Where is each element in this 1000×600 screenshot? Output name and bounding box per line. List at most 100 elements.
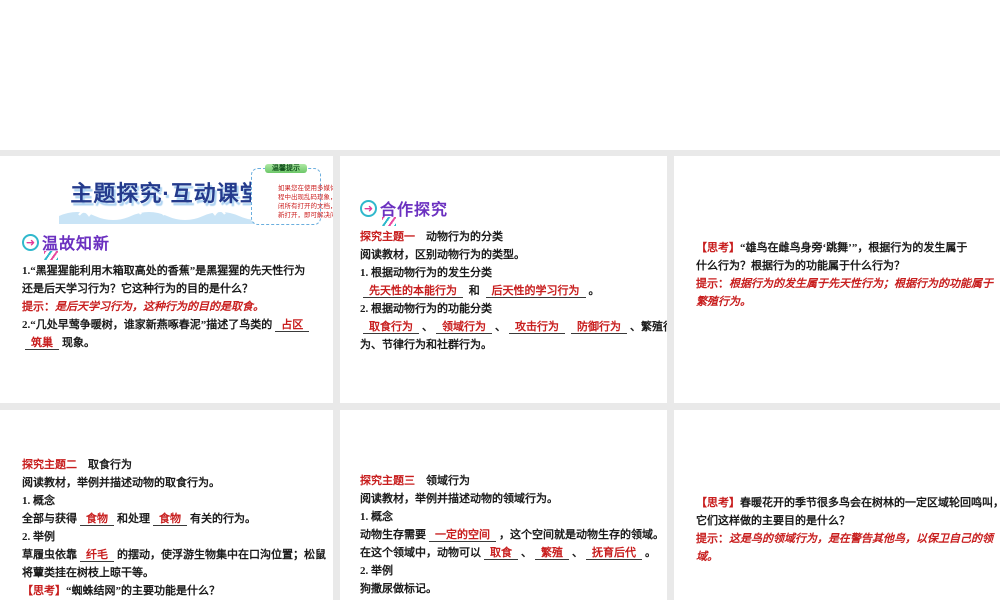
text-segment: 如果您在使用多媒体的过 <box>278 185 333 192</box>
text-segment: 阅读教材，举例并描述动物的领域行为。 <box>360 493 558 505</box>
text-segment: 程中出现乱码现象，请关 <box>278 194 333 201</box>
section-header-review: ➜ 温故知新 <box>22 230 333 260</box>
text-segment: 探究主题一 <box>360 231 415 243</box>
text-line: 1. 概念 <box>22 492 321 510</box>
text-segment: 的摆动，使浮游生物集中在口沟位置；松鼠 <box>117 549 326 561</box>
text-segment: 在这个领域中，动物可以 <box>360 547 481 559</box>
page-top-blank-area <box>0 0 1000 150</box>
text-line: 动物生存需要 一定的空间 ，这个空间就是动物生存的领域。 <box>360 526 664 544</box>
panel-text-think2: 【思考】春暖花开的季节很多鸟会在树林的一定区域轮回鸣叫， 它们这样做的主要目的是什… <box>696 494 1000 566</box>
text-line: 1. 概念 <box>360 508 655 526</box>
text-segment: 2. 举例 <box>360 565 393 577</box>
text-segment: 1. 根据动物行为的发生分类 <box>360 267 492 279</box>
text-segment: 2. 根据动物行为的功能分类 <box>360 303 492 315</box>
slide-title: 主题探究·互动课堂 <box>70 181 263 206</box>
slide-panel-topic2-feeding[interactable]: 探究主题二 取食行为 阅读教材，举例并描述动物的取食行为。 1. 概念 全部与获得 食物… <box>0 410 333 600</box>
text-segment: 、 <box>422 321 433 333</box>
text-segment: 1. 概念 <box>360 511 393 523</box>
text-segment: 【思考】 <box>22 585 66 597</box>
text-line: 提示：这是鸟的领域行为，是在警告其他鸟，以保卫自己的领 <box>696 530 993 548</box>
text-line: 提示：根据行为的发生属于先天性行为；根据行为的功能属于 <box>696 275 993 293</box>
slide-panel-cooperative-inquiry[interactable]: ➜ 合作探究 探究主题一 动物行为的分类阅读教材，区别动物行为的类型。 1. 根据… <box>340 156 667 403</box>
fill-in-blank-answer: 筑巢 <box>25 337 59 350</box>
text-line: 闭所有打开的文档，再重 <box>278 202 333 211</box>
text-segment: 、繁殖行 <box>630 321 667 333</box>
panel-text-review: 1.“黑猩猩能利用木箱取高处的香蕉”是黑猩猩的先天性行为 还是后天学习行为？它这种… <box>22 262 317 352</box>
fill-in-blank-answer: 取食 <box>484 547 518 560</box>
section-header-text-wrap: 温故知新 <box>42 230 110 260</box>
tip-box-body: 如果您在使用多媒体的过程中出现乱码现象，请关闭所有打开的文档，再重新打开，即可解… <box>278 184 333 220</box>
panel-text-topic3: 探究主题三 领域行为阅读教材，举例并描述动物的领域行为。 1. 概念动物生存需要一… <box>360 472 664 598</box>
text-line: 提示：是后天学习行为，这种行为的目的是取食。 <box>22 298 317 316</box>
text-line: 2. 根据动物行为的功能分类 <box>360 300 655 318</box>
slide-panel-think-question1[interactable]: 【思考】“雄鸟在雌鸟身旁‘跳舞’”，根据行为的发生属于 什么行为？根据行为的功能属… <box>674 156 1000 403</box>
text-segment: “雄鸟在雌鸟身旁‘跳舞’”，根据行为的发生属于 <box>740 242 968 254</box>
brush-stroke-icon <box>44 251 58 260</box>
fill-in-blank-answer: 防御行为 <box>571 321 627 334</box>
text-segment: 域。 <box>696 551 718 563</box>
text-line: 筑巢 现象。 <box>22 334 317 352</box>
fill-in-blank-answer: 繁殖 <box>535 547 569 560</box>
text-segment: 繁殖行为。 <box>696 296 751 308</box>
doves-wave-graphic <box>58 209 275 224</box>
text-line: 繁殖行为。 <box>696 293 988 311</box>
text-segment: 什么行为？根据行为的功能属于什么行为？ <box>696 260 905 272</box>
text-line: 草履虫依靠 纤毛 的摆动，使浮游生物集中在口沟位置；松鼠 <box>22 546 326 564</box>
arrow-circle-icon: ➜ <box>360 199 377 217</box>
text-segment: 是后天学习行为，这种行为的目的是取食。 <box>55 301 264 313</box>
text-segment: 有关的行为。 <box>190 513 256 525</box>
text-segment: 草履虫依靠 <box>22 549 77 561</box>
text-segment: 根据行为的发生属于先天性行为；根据行为的功能属于 <box>729 278 993 290</box>
text-segment: ，这个空间就是动物生存的领域。 <box>499 529 664 541</box>
panel-text-topic1: 探究主题一 动物行为的分类阅读教材，区别动物行为的类型。 1. 根据动物行为的发生… <box>360 228 667 354</box>
fill-in-blank-answer: 取食行为 <box>363 321 419 334</box>
fill-in-blank-answer: 一定的空间 <box>429 529 496 542</box>
text-segment: 、 <box>495 321 506 333</box>
text-line: 什么行为？根据行为的功能属于什么行为？ <box>696 257 988 275</box>
text-segment: 阅读教材，区别动物行为的类型。 <box>360 249 525 261</box>
text-line: 1. 根据动物行为的发生分类 <box>360 264 655 282</box>
text-line: 1.“黑猩猩能利用木箱取高处的香蕉”是黑猩猩的先天性行为 <box>22 262 317 280</box>
fill-in-blank-answer: 后天性的学习行为 <box>485 285 586 298</box>
fill-in-blank-answer: 食物 <box>153 513 187 526</box>
text-segment: 闭所有打开的文档，再重 <box>278 203 333 210</box>
text-segment: 提示： <box>22 301 55 313</box>
text-segment: 探究主题三 <box>360 475 415 487</box>
text-line: 取食行为、领域行为、攻击行为防御行为、繁殖行 <box>360 318 667 336</box>
text-line: 阅读教材，举例并描述动物的取食行为。 <box>22 474 321 492</box>
text-line: 阅读教材，举例并描述动物的领域行为。 <box>360 490 655 508</box>
slide-panel-review[interactable]: 主题探究·互动课堂 温馨提示 如果您在使用多媒体的过程中出现乱码现象，请关闭所有… <box>0 156 333 403</box>
panel-text-topic2: 探究主题二 取食行为 阅读教材，举例并描述动物的取食行为。 1. 概念 全部与获得 食物… <box>22 456 326 600</box>
text-segment: 它们这样做的主要目的是什么？ <box>696 515 850 527</box>
fill-in-blank-answer: 占区 <box>275 319 310 332</box>
text-segment: 、 <box>572 547 583 559</box>
section-header-text-wrap: 合作探究 <box>380 196 448 226</box>
text-segment: 还是后天学习行为？它这种行为的目的是什么？ <box>22 283 253 295</box>
text-segment: 动物生存需要 <box>360 529 426 541</box>
text-line: 全部与获得 食物 和处理 食物 有关的行为。 <box>22 510 321 528</box>
text-line: 2. 举例 <box>22 528 321 546</box>
text-line: 在这个领域中，动物可以 取食、繁殖、抚育后代。 <box>360 544 656 562</box>
text-segment: 1.“黑猩猩能利用木箱取高处的香蕉”是黑猩猩的先天性行为 <box>22 265 306 277</box>
text-line: 探究主题一 动物行为的分类 <box>360 228 655 246</box>
slide-panel-think-question2[interactable]: 【思考】春暖花开的季节很多鸟会在树林的一定区域轮回鸣叫， 它们这样做的主要目的是什… <box>674 410 1000 600</box>
fill-in-blank-answer: 抚育后代 <box>586 547 642 560</box>
text-segment: 春暖花开的季节很多鸟会在树林的一定区域轮回鸣叫， <box>740 497 1000 509</box>
text-segment: 提示： <box>696 278 729 290</box>
text-segment: 2. 举例 <box>22 531 55 543</box>
arrow-circle-icon: ➜ <box>22 233 39 251</box>
text-line: 【思考】春暖花开的季节很多鸟会在树林的一定区域轮回鸣叫， <box>696 494 1000 512</box>
panel-text-think1: 【思考】“雄鸟在雌鸟身旁‘跳舞’”，根据行为的发生属于 什么行为？根据行为的功能属… <box>696 239 993 311</box>
tip-box-header: 温馨提示 <box>265 164 307 173</box>
text-segment: 2.“几处早莺争暖树，谁家新燕啄春泥”描述了鸟类的 <box>22 319 273 331</box>
text-line: 探究主题三 领域行为 <box>360 472 655 490</box>
text-segment: 领域行为 <box>415 475 470 487</box>
text-segment: 为、节律行为和社群行为。 <box>360 339 492 351</box>
fill-in-blank-answer: 领域行为 <box>436 321 492 334</box>
text-line: 还是后天学习行为？它这种行为的目的是什么？ <box>22 280 317 298</box>
slide-thumbnail-grid: 主题探究·互动课堂 温馨提示 如果您在使用多媒体的过程中出现乱码现象，请关闭所有… <box>0 150 1000 600</box>
text-line: 狗撒尿做标记。 <box>360 580 655 598</box>
fill-in-blank-answer: 纤毛 <box>80 549 114 562</box>
text-line: 探究主题二 取食行为 <box>22 456 321 474</box>
slide-panel-topic3-territory[interactable]: 探究主题三 领域行为阅读教材，举例并描述动物的领域行为。 1. 概念动物生存需要一… <box>340 410 667 600</box>
